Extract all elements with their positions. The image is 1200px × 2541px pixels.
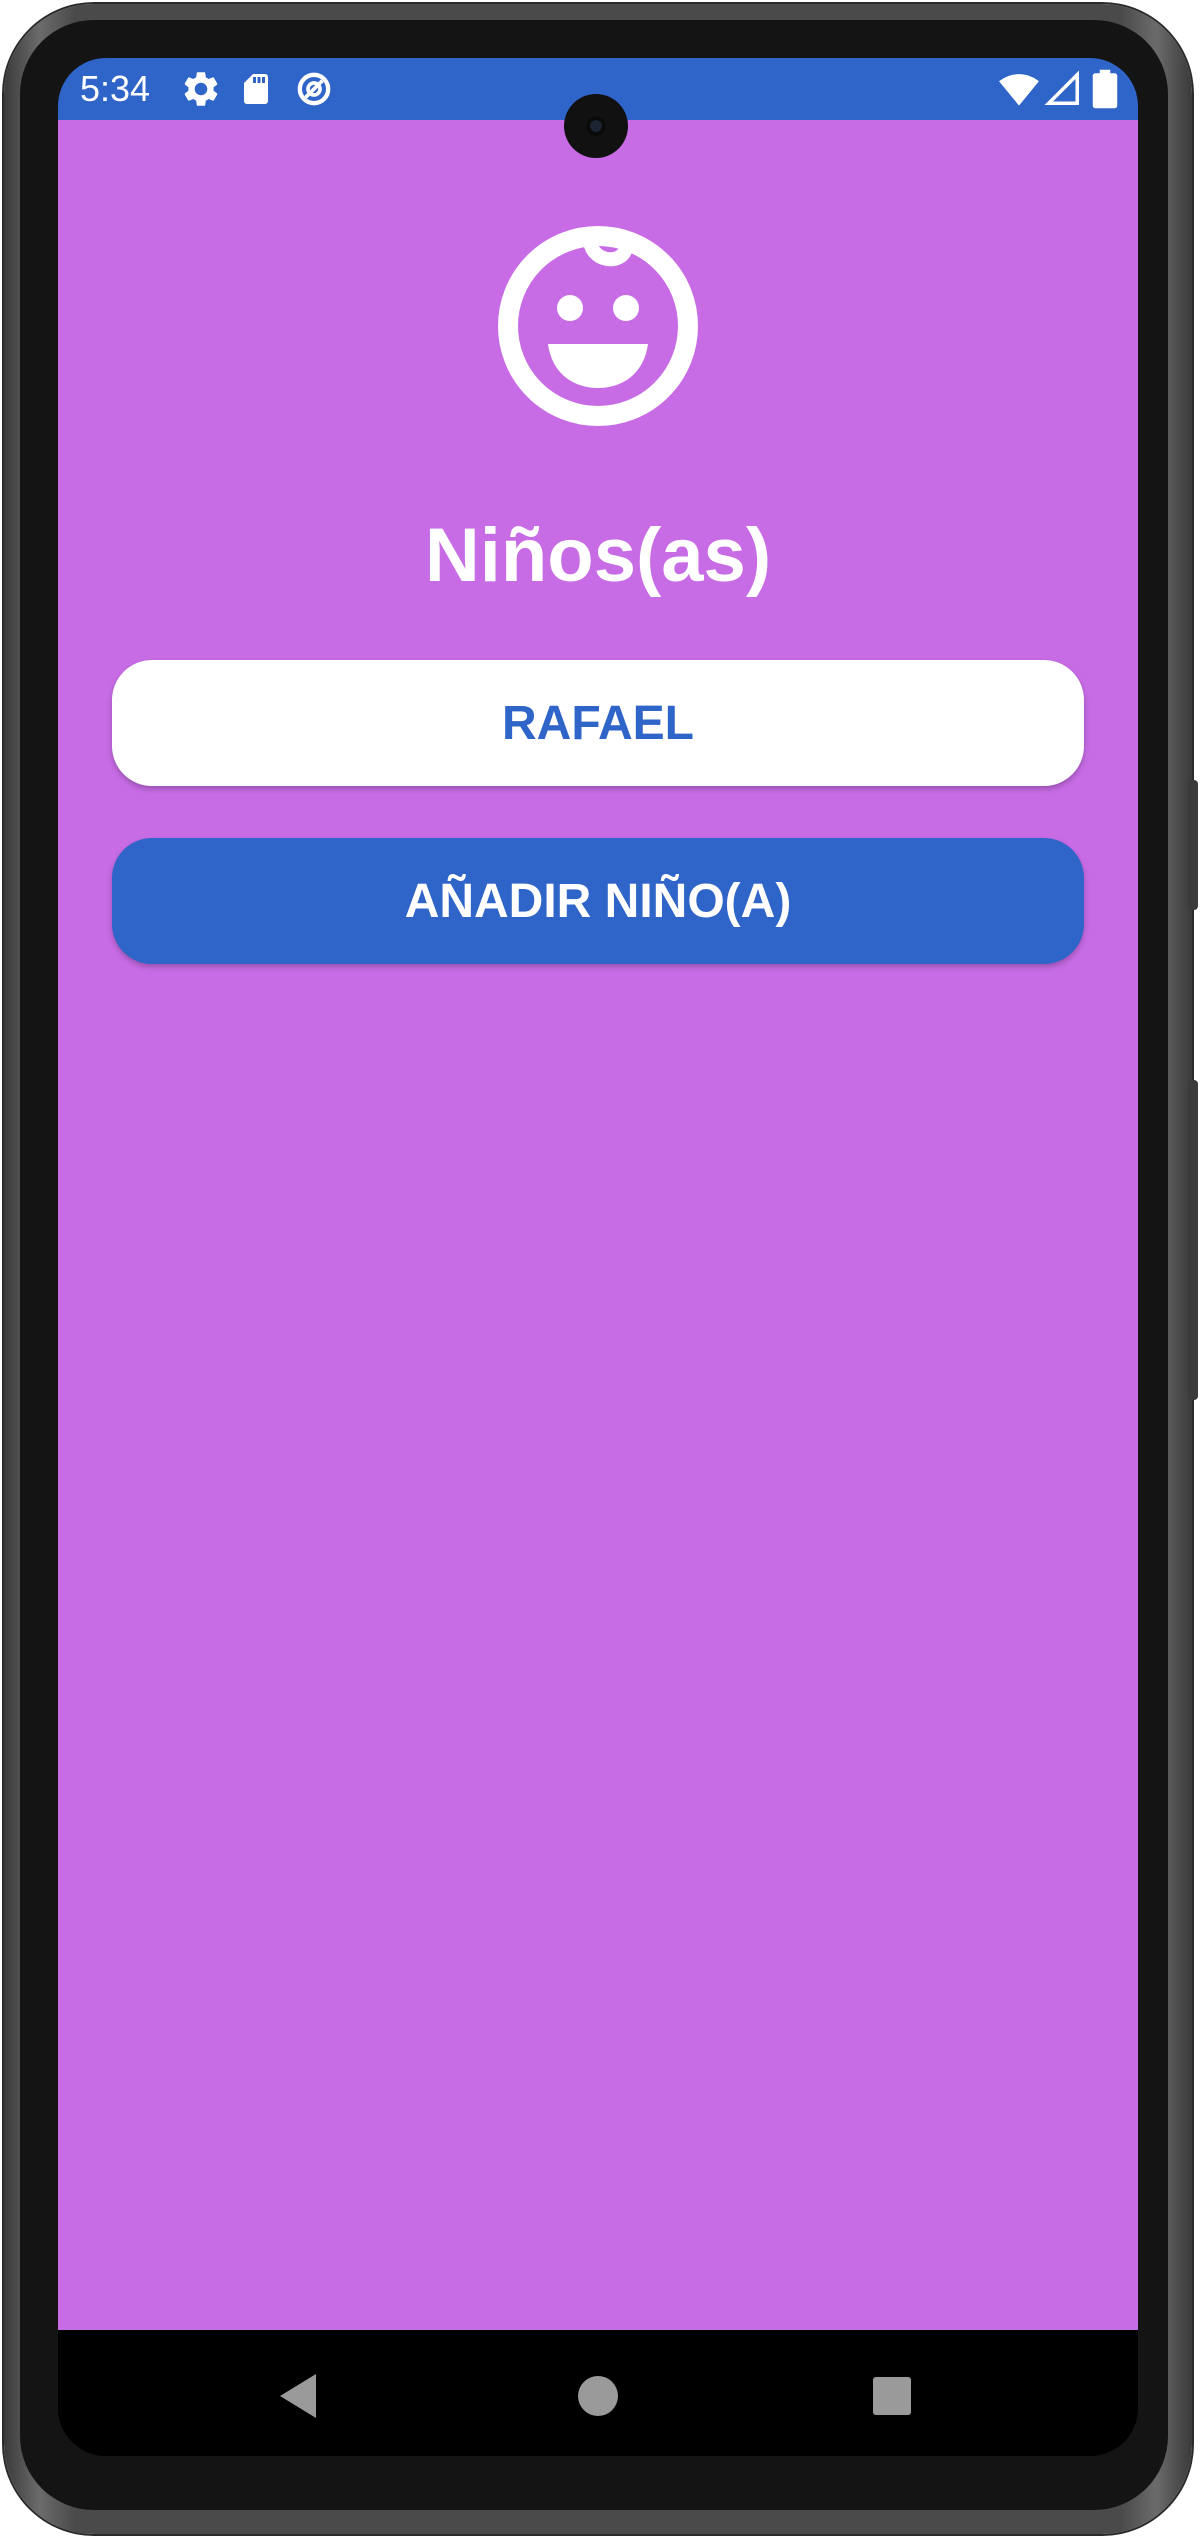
cellular-signal-icon: [1044, 70, 1079, 105]
add-child-button[interactable]: AÑADIR NIÑO(A): [112, 838, 1084, 964]
sd-card-icon: [244, 74, 268, 104]
navigation-bar: [58, 2330, 1138, 2456]
page-title: Niños(as): [424, 513, 772, 598]
camera-lens: [586, 116, 606, 136]
data-saver-icon: [297, 72, 331, 106]
child-button-rafael[interactable]: RAFAEL: [112, 660, 1084, 786]
battery-icon: [1092, 69, 1118, 109]
volume-button: [1188, 1080, 1198, 1400]
phone-device: 5:34 Niños(as) RAFAEL AÑADIR NIÑO(A): [0, 0, 1200, 2541]
baby-face-icon: [498, 226, 698, 426]
phone-screen: 5:34 Niños(as) RAFAEL AÑADIR NIÑO(A): [58, 58, 1138, 2456]
home-icon[interactable]: [558, 2356, 638, 2436]
recents-icon[interactable]: [852, 2356, 932, 2436]
gear-icon: [184, 72, 218, 106]
app-content: Niños(as) RAFAEL AÑADIR NIÑO(A): [58, 120, 1138, 2330]
front-camera: [564, 94, 628, 158]
back-icon[interactable]: [260, 2356, 340, 2436]
status-time: 5:34: [80, 68, 151, 109]
wifi-icon: [999, 74, 1039, 106]
power-button: [1188, 780, 1198, 910]
